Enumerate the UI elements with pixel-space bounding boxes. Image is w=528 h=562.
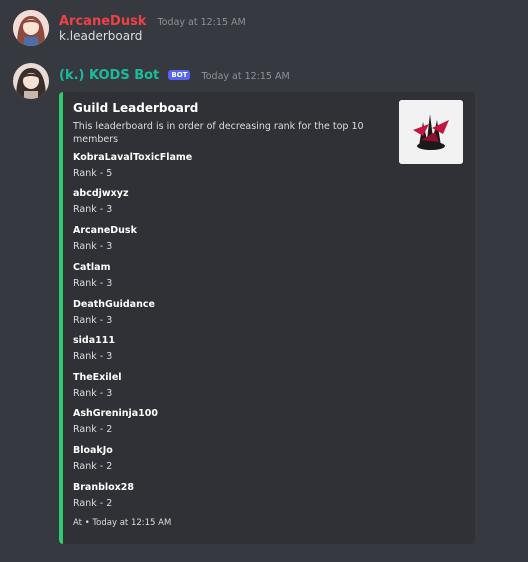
guild-thumbnail-image[interactable] (399, 100, 463, 164)
timestamp: Today at 12:15 AM (157, 17, 246, 28)
field-name: Catlam (73, 262, 111, 273)
field-value: Rank - 5 (73, 168, 113, 179)
field-value: Rank - 2 (73, 498, 113, 509)
username[interactable]: ArcaneDusk (59, 14, 146, 29)
field-name: BloakJo (73, 445, 113, 456)
field-value: Rank - 3 (73, 278, 113, 289)
field-value: Rank - 3 (73, 241, 113, 252)
field-name: abcdjwxyz (73, 188, 129, 199)
bot-avatar[interactable] (13, 63, 49, 99)
embed-description: This leaderboard is in order of decreasi… (73, 121, 364, 145)
field-name: KobraLavalToxicFlame (73, 152, 193, 163)
field-value: Rank - 2 (73, 424, 113, 435)
timestamp: Today at 12:15 AM (201, 71, 290, 82)
field-value: Rank - 2 (73, 461, 113, 472)
bot-badge: BOT (168, 70, 191, 80)
field-name: Branblox28 (73, 482, 135, 493)
field-name: sida111 (73, 335, 115, 346)
field-name: AshGreninja100 (73, 408, 158, 419)
user-avatar[interactable] (13, 10, 49, 46)
message-1: ArcaneDusk Today at 12:15 AM k.leaderboa… (0, 0, 528, 56)
field-value: Rank - 3 (73, 351, 113, 362)
embed-title: Guild Leaderboard (73, 101, 199, 115)
field-name: ArcaneDusk (73, 225, 137, 236)
message-content: k.leaderboard (59, 29, 143, 43)
field-value: Rank - 3 (73, 388, 113, 399)
field-value: Rank - 3 (73, 315, 113, 326)
leaderboard-embed: Guild Leaderboard This leaderboard is in… (59, 92, 475, 544)
bot-username[interactable]: (k.) KODS Bot (59, 68, 159, 83)
field-value: Rank - 3 (73, 204, 113, 215)
field-name: TheExilel (73, 372, 122, 383)
embed-footer: At • Today at 12:15 AM (73, 518, 172, 528)
field-name: DeathGuidance (73, 299, 155, 310)
